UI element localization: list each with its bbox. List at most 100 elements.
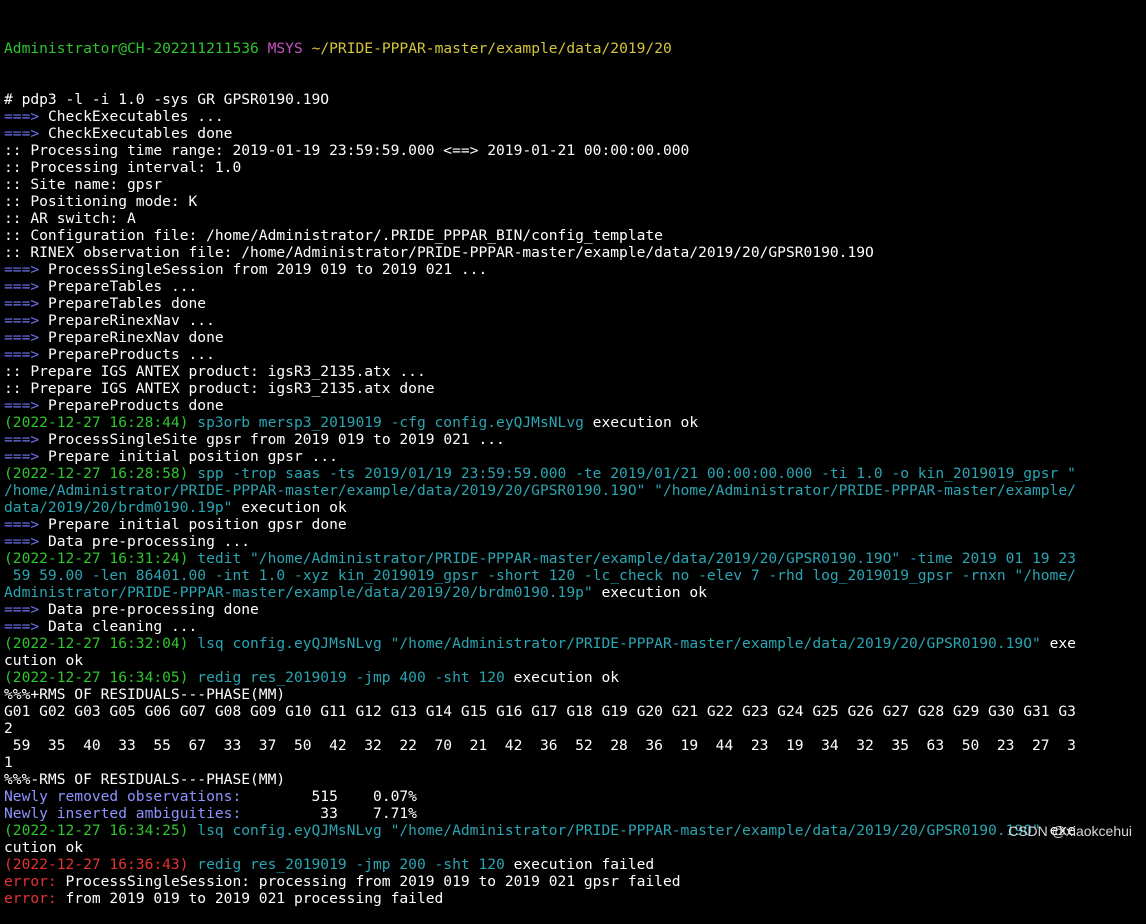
terminal-line: :: Processing time range: 2019-01-19 23:… — [4, 142, 1146, 159]
terminal-line: cution ok — [4, 839, 1146, 856]
terminal-line: ===> PrepareTables ... — [4, 278, 1146, 295]
terminal-line: ===> CheckExecutables done — [4, 125, 1146, 142]
line-segment: ===> — [4, 448, 40, 465]
line-segment: cution ok — [4, 652, 84, 669]
line-segment: /home/Administrator/PRIDE-PPPAR-master/e… — [4, 482, 1076, 499]
line-segment: ===> — [4, 601, 40, 618]
line-segment: PrepareRinexNav ... — [39, 312, 215, 329]
line-segment: PrepareProducts done — [39, 397, 224, 414]
line-segment: :: Site name: gpsr — [4, 176, 163, 193]
line-segment: CheckExecutables ... — [39, 108, 224, 125]
terminal-line: :: Prepare IGS ANTEX product: igsR3_2135… — [4, 380, 1146, 397]
terminal-line: 59 59.00 -len 86401.00 -int 1.0 -xyz kin… — [4, 567, 1146, 584]
terminal-line: ===> Data cleaning ... — [4, 618, 1146, 635]
terminal-line: :: RINEX observation file: /home/Adminis… — [4, 244, 1146, 261]
line-segment: ===> — [4, 312, 40, 329]
line-segment: (2022-12-27 16:34:05) — [4, 669, 198, 686]
line-segment: ===> — [4, 533, 40, 550]
line-segment: 2 — [4, 720, 13, 737]
line-segment: Prepare initial position gpsr done — [39, 516, 347, 533]
line-segment: execution ok — [592, 584, 707, 601]
terminal-line: ===> PrepareRinexNav done — [4, 329, 1146, 346]
terminal-output[interactable]: Administrator@CH-202211211536 MSYS ~/PRI… — [4, 6, 1146, 907]
line-segment: ===> — [4, 329, 40, 346]
terminal-line: ===> PrepareRinexNav ... — [4, 312, 1146, 329]
line-segment: (2022-12-27 16:36:43) — [4, 856, 198, 873]
line-segment: (2022-12-27 16:28:44) — [4, 414, 198, 431]
terminal-line: G01 G02 G03 G05 G06 G07 G08 G09 G10 G11 … — [4, 703, 1146, 720]
line-segment: Administrator/PRIDE-PPPAR-master/example… — [4, 584, 593, 601]
line-segment: execution failed — [504, 856, 655, 873]
prompt-path: ~/PRIDE-PPPAR-master/example/data/2019/2… — [311, 40, 672, 57]
line-segment: ===> — [4, 108, 40, 125]
terminal-line: ===> ProcessSingleSession from 2019 019 … — [4, 261, 1146, 278]
line-segment: 515 0.07% — [241, 788, 417, 805]
terminal-line: (2022-12-27 16:34:25) lsq config.eyQJMsN… — [4, 822, 1146, 839]
line-segment: ===> — [4, 295, 40, 312]
terminal-line: :: AR switch: A — [4, 210, 1146, 227]
terminal-line: (2022-12-27 16:32:04) lsq config.eyQJMsN… — [4, 635, 1146, 652]
terminal-line: Newly inserted ambiguities: 33 7.71% — [4, 805, 1146, 822]
line-segment: error: — [4, 890, 57, 907]
line-segment: error: — [4, 873, 57, 890]
line-segment: 59 35 40 33 55 67 33 37 50 42 32 22 70 2… — [4, 737, 1076, 754]
line-segment: data/2019/20/brdm0190.19p" — [4, 499, 233, 516]
line-segment: redig res_2019019 -jmp 400 -sht 120 — [197, 669, 505, 686]
line-segment: from 2019 019 to 2019 021 processing fai… — [56, 890, 444, 907]
line-segment: exe — [1040, 635, 1076, 652]
line-segment: :: Prepare IGS ANTEX product: igsR3_2135… — [4, 363, 426, 380]
line-segment: Data pre-processing ... — [39, 533, 251, 550]
line-segment: Prepare initial position gpsr ... — [39, 448, 338, 465]
terminal-line: ===> Prepare initial position gpsr done — [4, 516, 1146, 533]
line-segment: :: Positioning mode: K — [4, 193, 198, 210]
terminal-line: (2022-12-27 16:28:44) sp3orb mersp3_2019… — [4, 414, 1146, 431]
line-segment: redig res_2019019 -jmp 200 -sht 120 — [197, 856, 505, 873]
line-segment: :: Prepare IGS ANTEX product: igsR3_2135… — [4, 380, 435, 397]
line-segment: lsq config.eyQJMsNLvg "/home/Administrat… — [197, 822, 1041, 839]
line-segment: ProcessSingleSession: processing from 20… — [56, 873, 681, 890]
line-segment: PrepareRinexNav done — [39, 329, 224, 346]
prompt-user: Administrator@CH-202211211536 — [4, 40, 259, 57]
line-segment: :: AR switch: A — [4, 210, 136, 227]
line-segment: ProcessSingleSession from 2019 019 to 20… — [39, 261, 488, 278]
terminal-line: 2 — [4, 720, 1146, 737]
terminal-line: Newly removed observations: 515 0.07% — [4, 788, 1146, 805]
line-segment: ===> — [4, 516, 40, 533]
terminal-line: :: Configuration file: /home/Administrat… — [4, 227, 1146, 244]
terminal-line: ===> PrepareProducts ... — [4, 346, 1146, 363]
line-segment: 59 59.00 -len 86401.00 -int 1.0 -xyz kin… — [4, 567, 1076, 584]
line-segment: :: RINEX observation file: /home/Adminis… — [4, 244, 874, 261]
line-segment: execution ok — [232, 499, 347, 516]
terminal-line: ===> Data pre-processing ... — [4, 533, 1146, 550]
terminal-line: ===> Data pre-processing done — [4, 601, 1146, 618]
line-segment: spp -trop saas -ts 2019/01/19 23:59:59.0… — [197, 465, 1076, 482]
terminal-line: (2022-12-27 16:31:24) tedit "/home/Admin… — [4, 550, 1146, 567]
line-segment: 33 7.71% — [241, 805, 417, 822]
terminal-line: ===> ProcessSingleSite gpsr from 2019 01… — [4, 431, 1146, 448]
line-segment: %%%-RMS OF RESIDUALS---PHASE(MM) — [4, 771, 286, 788]
line-segment: %%%+RMS OF RESIDUALS---PHASE(MM) — [4, 686, 286, 703]
line-segment: ===> — [4, 346, 40, 363]
line-segment: PrepareTables ... — [39, 278, 198, 295]
line-segment: ProcessSingleSite gpsr from 2019 019 to … — [39, 431, 505, 448]
line-segment: Data cleaning ... — [39, 618, 198, 635]
line-segment: 1 — [4, 754, 13, 771]
terminal-line: (2022-12-27 16:36:43) redig res_2019019 … — [4, 856, 1146, 873]
line-segment: PrepareProducts ... — [39, 346, 215, 363]
terminal-line: cution ok — [4, 652, 1146, 669]
line-segment: (2022-12-27 16:31:24) — [4, 550, 198, 567]
line-segment: ===> — [4, 618, 40, 635]
line-segment: ===> — [4, 431, 40, 448]
line-segment: (2022-12-27 16:28:58) — [4, 465, 198, 482]
line-segment: :: Configuration file: /home/Administrat… — [4, 227, 663, 244]
line-segment: Newly removed observations: — [4, 788, 242, 805]
terminal-line: /home/Administrator/PRIDE-PPPAR-master/e… — [4, 482, 1146, 499]
line-segment: CheckExecutables done — [39, 125, 233, 142]
line-segment: (2022-12-27 16:34:25) — [4, 822, 198, 839]
line-segment: ===> — [4, 278, 40, 295]
line-segment: Newly inserted ambiguities: — [4, 805, 242, 822]
line-segment: ===> — [4, 261, 40, 278]
watermark: CSDN @xiaokcehui — [1008, 823, 1132, 839]
line-segment: PrepareTables done — [39, 295, 207, 312]
terminal-line: :: Positioning mode: K — [4, 193, 1146, 210]
